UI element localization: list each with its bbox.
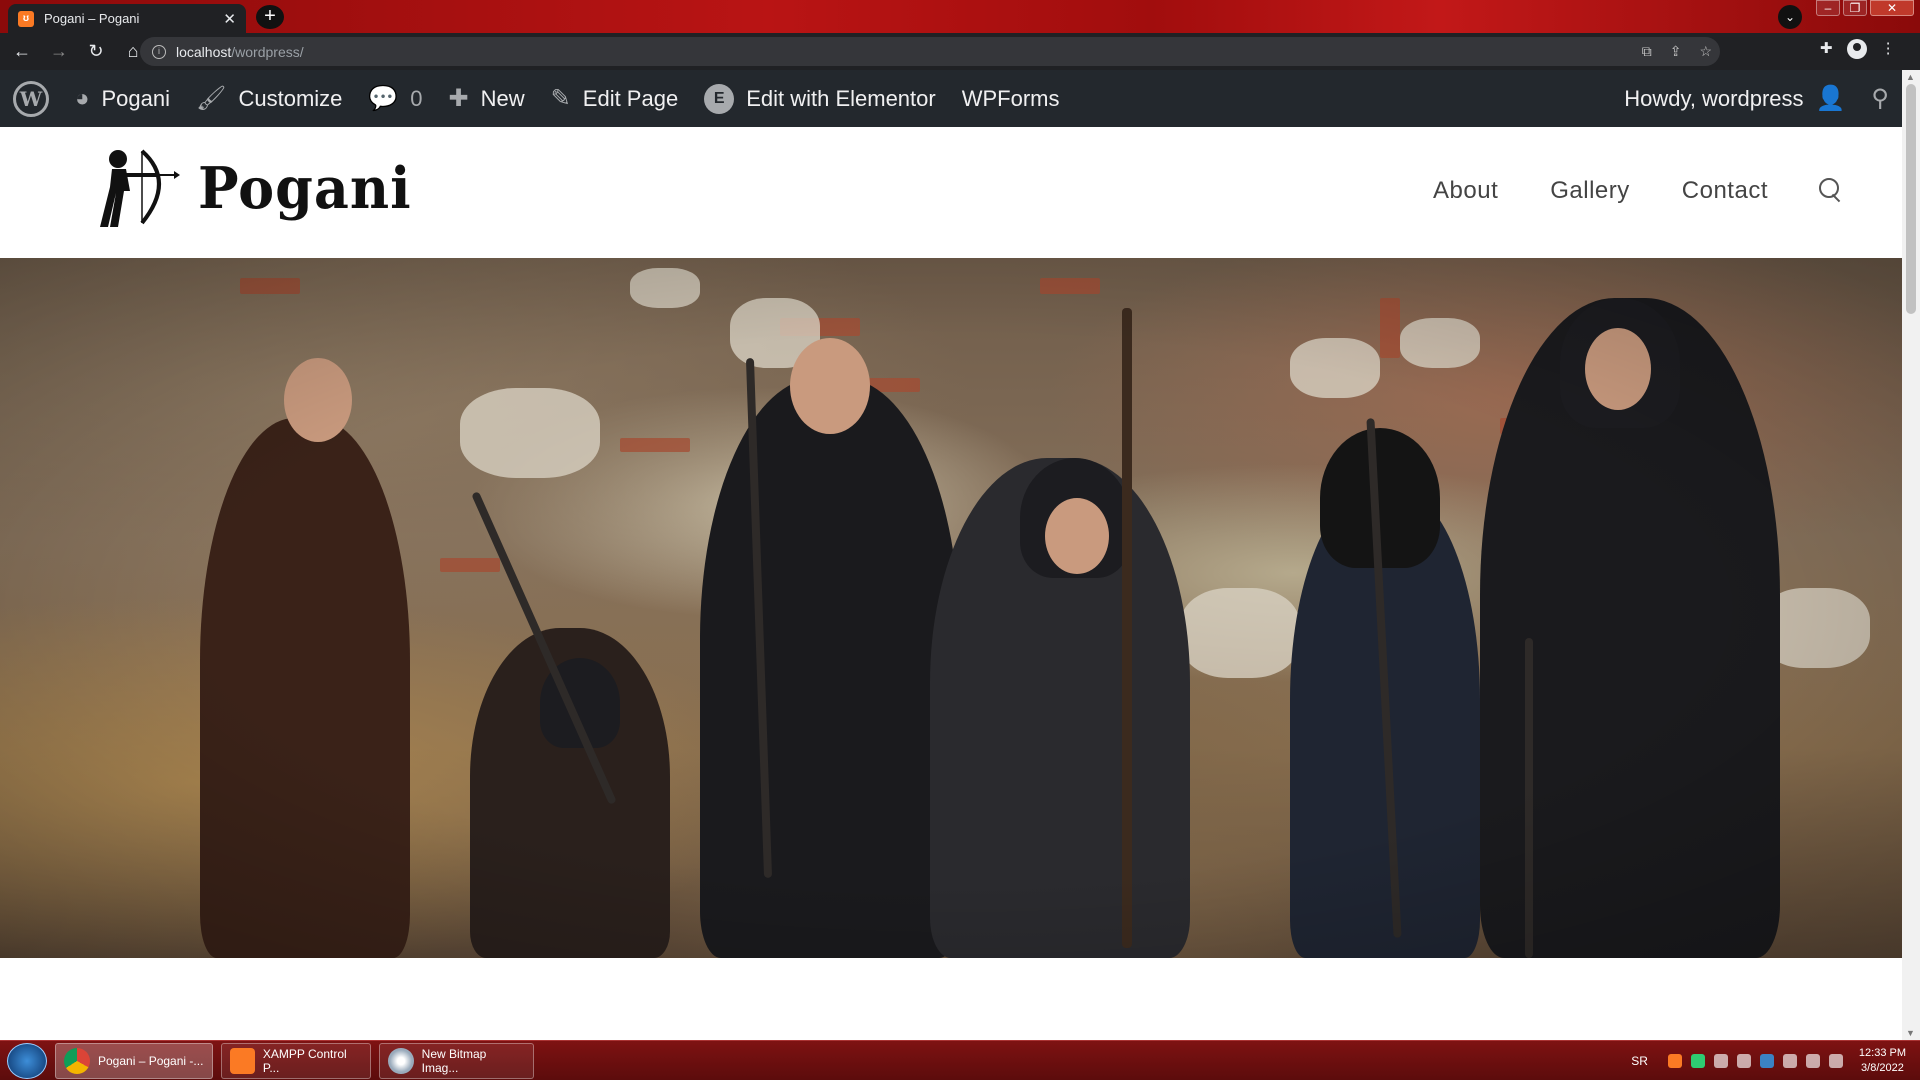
wordpress-logo-icon: W xyxy=(13,80,49,117)
site-search-icon[interactable] xyxy=(1818,178,1844,204)
site-name-label: Pogani xyxy=(101,85,171,111)
page-content-area xyxy=(0,958,1902,1040)
site-name-menu[interactable]: ◕ Pogani xyxy=(62,70,183,127)
start-button[interactable] xyxy=(7,1042,47,1079)
hero-image xyxy=(0,258,1902,958)
back-icon[interactable]: ← xyxy=(7,41,37,62)
xampp-tray-icon[interactable] xyxy=(1667,1053,1682,1068)
reload-icon[interactable]: ↻ xyxy=(81,41,111,62)
clock-date: 3/8/2022 xyxy=(1861,1061,1904,1074)
browser-tab[interactable]: ʊ Pogani – Pogani ✕ xyxy=(8,4,246,33)
nav-contact[interactable]: Contact xyxy=(1682,177,1768,205)
taskbar-item-label: New Bitmap Imag... xyxy=(421,1046,487,1075)
windows-taskbar: Pogani – Pogani -... XAMPP Control P... … xyxy=(0,1040,1920,1080)
main-navigation: About Gallery Contact xyxy=(1381,177,1844,205)
translate-icon[interactable]: ⧉ xyxy=(1642,43,1652,60)
system-clock[interactable]: 12:33 PM 3/8/2022 xyxy=(1859,1046,1906,1076)
wpforms-label: WPForms xyxy=(961,85,1060,111)
minimize-button[interactable]: – xyxy=(1816,0,1840,16)
address-bar-actions: ⧉ ⇪ ☆ xyxy=(1642,43,1712,60)
share-icon[interactable]: ⇪ xyxy=(1670,43,1682,60)
language-indicator[interactable]: SR xyxy=(1631,1054,1648,1068)
taskbar-item-paint[interactable]: New Bitmap Imag... xyxy=(379,1042,534,1079)
comments-count: 0 xyxy=(410,85,423,111)
url-host: localhost xyxy=(176,43,232,60)
edit-page-label: Edit Page xyxy=(582,85,679,111)
admin-search[interactable]: ⚲ xyxy=(1858,70,1902,127)
taskbar-item-xampp[interactable]: XAMPP Control P... xyxy=(221,1042,371,1079)
admin-bar-right: Howdy, wordpress 👤 ⚲ xyxy=(1611,70,1902,127)
system-tray: SR 12:33 PM 3/8/2022 xyxy=(1631,1046,1920,1076)
archer-logo-icon xyxy=(100,149,180,227)
volume-icon[interactable] xyxy=(1828,1053,1843,1068)
elementor-icon: E xyxy=(704,83,735,114)
customize-label: Customize xyxy=(238,85,343,111)
site-header: Pogani About Gallery Contact xyxy=(0,127,1902,258)
edit-with-elementor-link[interactable]: E Edit with Elementor xyxy=(691,70,949,127)
howdy-label: Howdy, wordpress xyxy=(1624,85,1804,111)
profile-avatar[interactable] xyxy=(1846,39,1867,59)
tab-title: Pogani – Pogani xyxy=(44,11,140,26)
dashboard-gauge-icon: ◕ xyxy=(75,84,90,112)
usb-tray-icon[interactable] xyxy=(1736,1053,1751,1068)
extensions-puzzle-icon[interactable]: ✚ xyxy=(1820,39,1833,59)
taskbar-item-chrome[interactable]: Pogani – Pogani -... xyxy=(55,1042,213,1079)
bluetooth-tray-icon[interactable] xyxy=(1759,1053,1774,1068)
maximize-button[interactable]: ❐ xyxy=(1843,0,1867,16)
xampp-icon: ʊ xyxy=(18,10,34,27)
xampp-icon xyxy=(230,1047,255,1074)
nav-gallery[interactable]: Gallery xyxy=(1550,177,1630,205)
my-account-menu[interactable]: Howdy, wordpress 👤 xyxy=(1611,70,1858,127)
pencil-icon: ✎ xyxy=(550,85,571,112)
bookmark-star-icon[interactable]: ☆ xyxy=(1699,43,1712,60)
screen: ʊ Pogani – Pogani ✕ + ⌄ – ❐ ✕ ← → ↻ ⌂ i … xyxy=(0,0,1920,1080)
scroll-up-icon[interactable]: ▲ xyxy=(1906,72,1915,82)
comments-link[interactable]: 💬 0 xyxy=(355,70,435,127)
address-bar[interactable]: i localhost/wordpress/ ⧉ ⇪ ☆ xyxy=(140,37,1720,66)
new-tab-button[interactable]: + xyxy=(256,5,284,29)
new-content-menu[interactable]: ✚ New xyxy=(436,70,538,127)
scroll-down-icon[interactable]: ▼ xyxy=(1906,1028,1915,1038)
customize-link[interactable]: 🖌 Customize xyxy=(183,70,355,127)
browser-tabstrip: ʊ Pogani – Pogani ✕ + ⌄ – ❐ ✕ xyxy=(0,0,1920,33)
taskbar-item-label: Pogani – Pogani -... xyxy=(98,1053,204,1068)
close-window-button[interactable]: ✕ xyxy=(1870,0,1914,16)
forward-icon[interactable]: → xyxy=(44,41,74,62)
security-tray-icon[interactable] xyxy=(1690,1053,1705,1068)
user-avatar-icon: 👤 xyxy=(1815,85,1846,112)
url-path: /wordpress/ xyxy=(231,43,304,60)
page-scrollbar[interactable]: ▲ ▼ xyxy=(1902,70,1920,1040)
display-tray-icon[interactable] xyxy=(1805,1053,1820,1068)
close-tab-icon[interactable]: ✕ xyxy=(223,10,236,28)
comment-bubble-icon: 💬 xyxy=(368,85,399,112)
site-logo[interactable]: Pogani xyxy=(96,147,412,229)
site-title: Pogani xyxy=(198,154,412,222)
taskbar-item-label: XAMPP Control P... xyxy=(262,1046,347,1075)
edit-elementor-label: Edit with Elementor xyxy=(746,85,936,111)
edit-page-link[interactable]: ✎ Edit Page xyxy=(538,70,692,127)
nav-about[interactable]: About xyxy=(1433,177,1498,205)
info-icon[interactable]: i xyxy=(152,44,166,59)
search-icon: ⚲ xyxy=(1871,85,1889,112)
network-tray-icon[interactable] xyxy=(1713,1053,1728,1068)
new-label: New xyxy=(480,85,525,111)
hero-vignette xyxy=(0,258,1902,958)
wpforms-menu[interactable]: WPForms xyxy=(949,70,1073,127)
wp-logo-menu[interactable]: W xyxy=(0,70,62,127)
browser-menu-icon[interactable]: ⋮ xyxy=(1881,39,1896,59)
scroll-thumb[interactable] xyxy=(1906,84,1916,314)
action-center-flag-icon[interactable] xyxy=(1782,1053,1797,1068)
chrome-icon xyxy=(64,1047,90,1074)
window-controls: – ❐ ✕ xyxy=(1816,0,1914,16)
extension-area: ✚ ⋮ xyxy=(1820,39,1896,59)
browser-toolbar: ← → ↻ ⌂ i localhost/wordpress/ ⧉ ⇪ ☆ ✚ ⋮ xyxy=(0,33,1920,70)
paint-icon xyxy=(388,1047,414,1074)
plus-icon: ✚ xyxy=(448,85,469,112)
paintbrush-icon: 🖌 xyxy=(196,85,227,112)
clock-time: 12:33 PM xyxy=(1858,1046,1906,1059)
wp-admin-bar: W ◕ Pogani 🖌 Customize 💬 0 ✚ New ✎ Edit … xyxy=(0,70,1902,127)
tab-search-button[interactable]: ⌄ xyxy=(1778,5,1802,29)
